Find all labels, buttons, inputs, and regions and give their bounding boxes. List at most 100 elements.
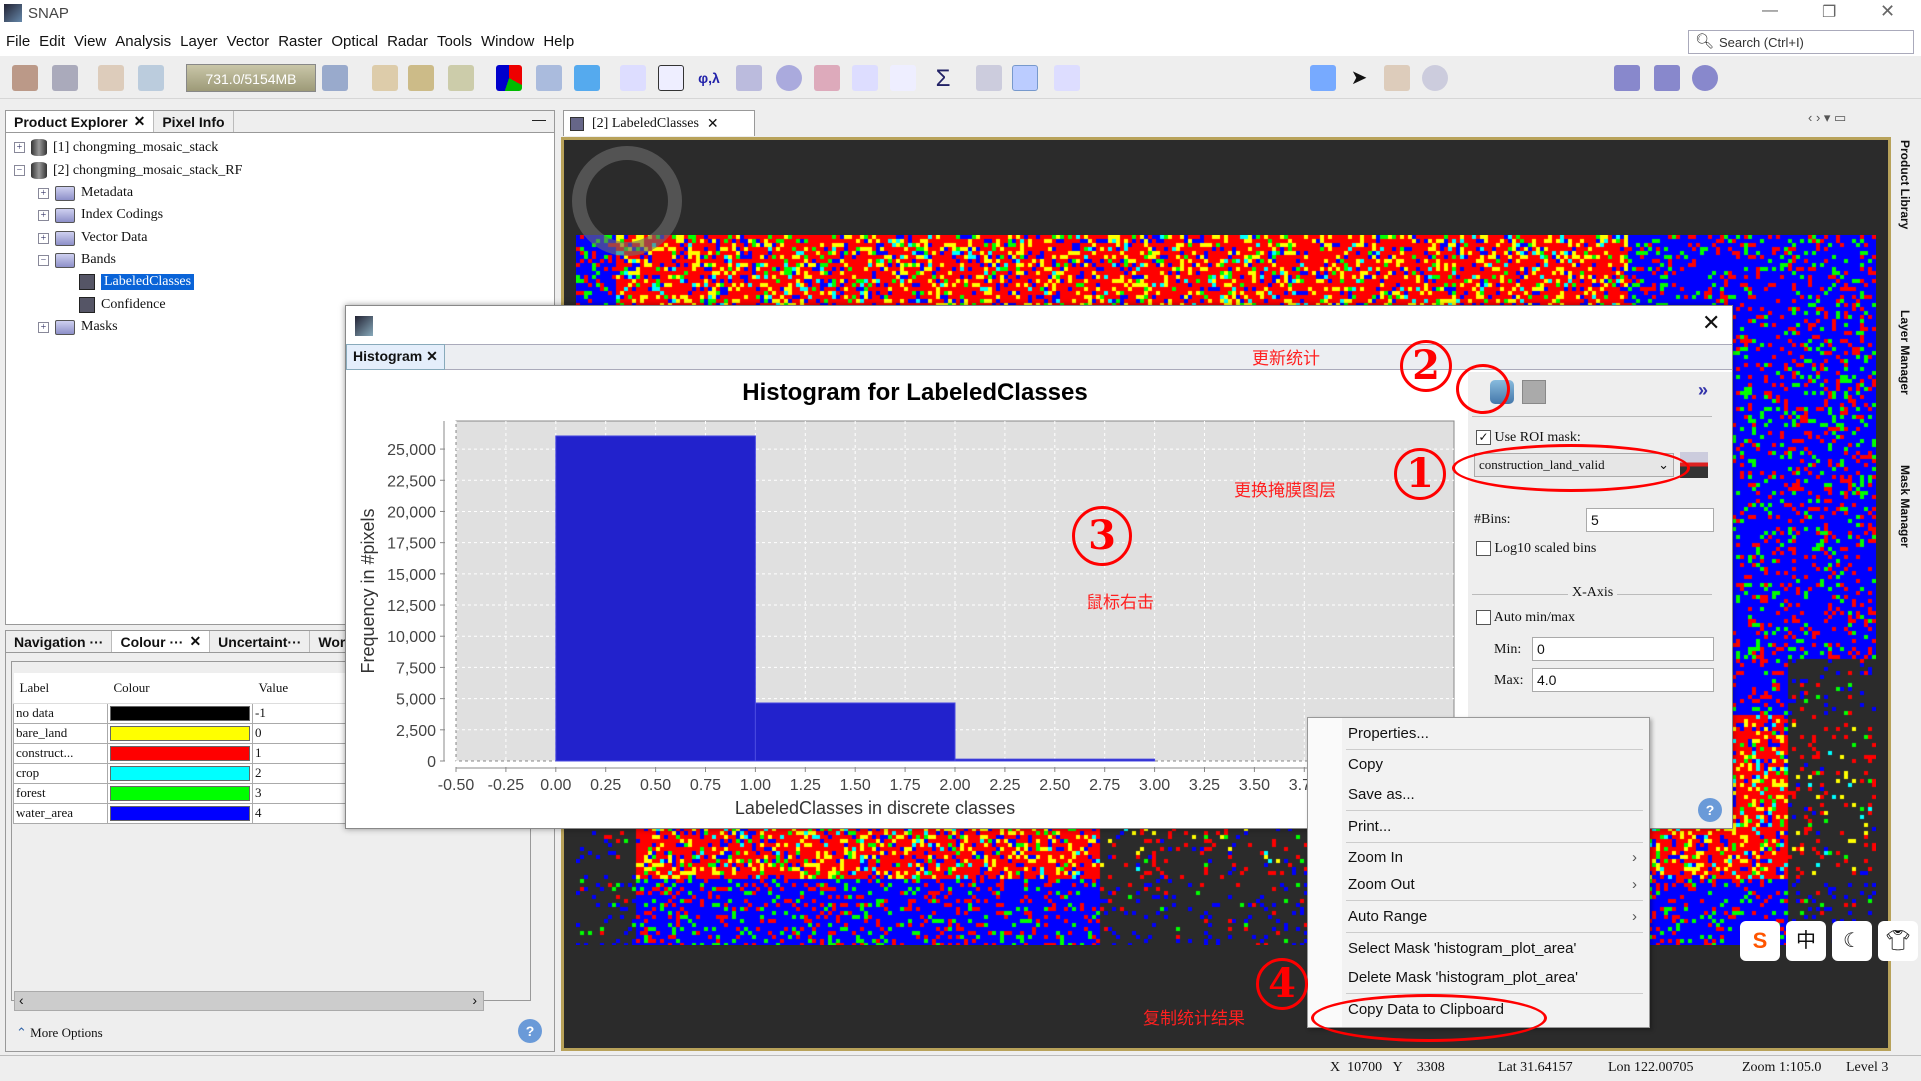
use-roi-mask-checkbox[interactable]: ✓: [1476, 430, 1491, 446]
table-row[interactable]: crop 2: [13, 762, 348, 784]
tree-item[interactable]: + [1] chongming_mosaic_stack: [14, 139, 218, 156]
tab-uncertainty[interactable]: Uncertaint···: [210, 631, 311, 652]
close-window-button[interactable]: ✕: [1880, 1, 1895, 22]
tab-product-explorer[interactable]: Product Explorer ✕: [6, 111, 155, 132]
auto-min-max-checkbox[interactable]: [1476, 610, 1491, 626]
sum-icon[interactable]: Σ: [930, 65, 956, 92]
pan-tool-icon[interactable]: [1384, 65, 1410, 91]
colour-swatch[interactable]: [110, 805, 250, 821]
moon-icon[interactable]: ☾: [1832, 921, 1872, 961]
menu-layer[interactable]: Layer: [180, 33, 218, 50]
colour-cell[interactable]: [107, 762, 253, 784]
view-nav-buttons[interactable]: ‹ › ▾ ▭: [1808, 110, 1846, 126]
expand-toggle[interactable]: +: [38, 187, 49, 199]
expand-toggle[interactable]: +: [38, 232, 49, 244]
menu-item[interactable]: Save as...: [1348, 783, 1641, 807]
statistics-icon[interactable]: [814, 65, 840, 91]
menu-tools[interactable]: Tools: [437, 33, 472, 50]
table-row[interactable]: bare_land 0: [13, 722, 348, 744]
menu-vector[interactable]: Vector: [227, 33, 270, 50]
gc-icon[interactable]: [322, 65, 348, 91]
menu-window[interactable]: Window: [481, 33, 534, 50]
colour-cell[interactable]: [107, 702, 253, 724]
max-input[interactable]: 4.0: [1532, 668, 1714, 692]
side-tab-mask-manager[interactable]: Mask Manager: [1898, 465, 1912, 548]
export-icon[interactable]: [448, 65, 474, 91]
table-row[interactable]: construct... 1: [13, 742, 348, 764]
sogou-icon[interactable]: S: [1740, 921, 1780, 961]
value-cell[interactable]: 1: [252, 742, 348, 764]
expand-toggle[interactable]: +: [38, 209, 49, 221]
rgb-icon[interactable]: [496, 65, 522, 91]
colour-swatch[interactable]: [110, 765, 250, 781]
redo-icon[interactable]: [138, 65, 164, 91]
side-tab-layer-manager[interactable]: Layer Manager: [1898, 310, 1912, 395]
side-tab-product-library[interactable]: Product Library: [1898, 140, 1912, 229]
undo-icon[interactable]: [98, 65, 124, 91]
colour-cell[interactable]: [107, 802, 253, 824]
minimize-button[interactable]: —: [1762, 2, 1778, 20]
tree-item[interactable]: Confidence: [62, 297, 166, 313]
colour-swatch[interactable]: [110, 785, 250, 801]
tab-colour[interactable]: Colour ··· ✕: [112, 631, 211, 652]
label-cell[interactable]: water_area: [13, 802, 108, 824]
menu-radar[interactable]: Radar: [387, 33, 428, 50]
pin-overlay-icon[interactable]: [1012, 65, 1038, 91]
polygon-tool-icon[interactable]: [1654, 65, 1680, 91]
image-view-tab[interactable]: [2] LabeledClasses ✕: [563, 110, 755, 136]
ellipse-tool-icon[interactable]: [1692, 65, 1718, 91]
colour-cell[interactable]: [107, 722, 253, 744]
tree-item[interactable]: LabeledClasses: [62, 274, 195, 290]
tree-item[interactable]: + Index Codings: [38, 207, 163, 223]
graticule-icon[interactable]: [1054, 65, 1080, 91]
import-arrow-icon[interactable]: [408, 65, 434, 91]
log10-scaled-bins-checkbox[interactable]: [1476, 541, 1491, 557]
colour-swatch[interactable]: [110, 705, 250, 721]
wave-icon[interactable]: [574, 65, 600, 91]
import-icon[interactable]: [372, 65, 398, 91]
rectangle-tool-icon[interactable]: [1614, 65, 1640, 91]
profile-plot-icon[interactable]: [620, 65, 646, 91]
value-cell[interactable]: -1: [252, 702, 348, 724]
information-icon[interactable]: [776, 65, 802, 91]
restore-button[interactable]: ❐: [1822, 2, 1836, 22]
save-product-icon[interactable]: [52, 65, 78, 91]
close-icon[interactable]: ✕: [707, 115, 719, 132]
colour-cell[interactable]: [107, 782, 253, 804]
close-icon[interactable]: ✕: [426, 348, 438, 364]
label-cell[interactable]: construct...: [13, 742, 108, 764]
menu-item[interactable]: Auto Range ›: [1348, 905, 1641, 929]
menu-raster[interactable]: Raster: [278, 33, 322, 50]
menu-item[interactable]: Select Mask 'histogram_plot_area': [1348, 937, 1641, 961]
world-map-icon[interactable]: [1310, 65, 1336, 91]
menu-item[interactable]: Zoom In ›: [1348, 846, 1641, 870]
menu-item[interactable]: Print...: [1348, 815, 1641, 839]
help-icon[interactable]: ?: [1698, 798, 1722, 822]
table-row[interactable]: no data -1: [13, 702, 348, 724]
overlay-icon[interactable]: [976, 65, 1002, 91]
colour-swatch[interactable]: [110, 725, 250, 741]
histogram-icon[interactable]: [736, 65, 762, 91]
menu-optical[interactable]: Optical: [331, 33, 378, 50]
tree-item[interactable]: + Vector Data: [38, 230, 147, 246]
tree-item[interactable]: − Bands: [38, 252, 116, 268]
menu-analysis[interactable]: Analysis: [115, 33, 171, 50]
expand-toggle[interactable]: −: [38, 254, 49, 266]
horizontal-scrollbar[interactable]: ‹ ›: [14, 991, 484, 1011]
histogram-chart[interactable]: Histogram for LabeledClasses -0.50 -0.25 0.…: [350, 374, 1468, 826]
value-cell[interactable]: 2: [252, 762, 348, 784]
tree-item[interactable]: − [2] chongming_mosaic_stack_RF: [14, 162, 242, 179]
value-cell[interactable]: 3: [252, 782, 348, 804]
label-cell[interactable]: no data: [13, 702, 108, 724]
menu-help[interactable]: Help: [543, 33, 574, 50]
select-tool-icon[interactable]: ➤: [1346, 65, 1372, 91]
scatter-plot-icon[interactable]: [890, 65, 916, 91]
expand-button[interactable]: »: [1698, 380, 1708, 401]
shirt-icon[interactable]: 👕︎: [1878, 921, 1918, 961]
label-cell[interactable]: bare_land: [13, 722, 108, 744]
label-cell[interactable]: crop: [13, 762, 108, 784]
tab-navigation[interactable]: Navigation ···: [6, 631, 113, 652]
table-row[interactable]: forest 3: [13, 782, 348, 804]
bins-input[interactable]: 5: [1586, 508, 1714, 532]
tab-histogram[interactable]: Histogram ✕: [346, 344, 445, 370]
